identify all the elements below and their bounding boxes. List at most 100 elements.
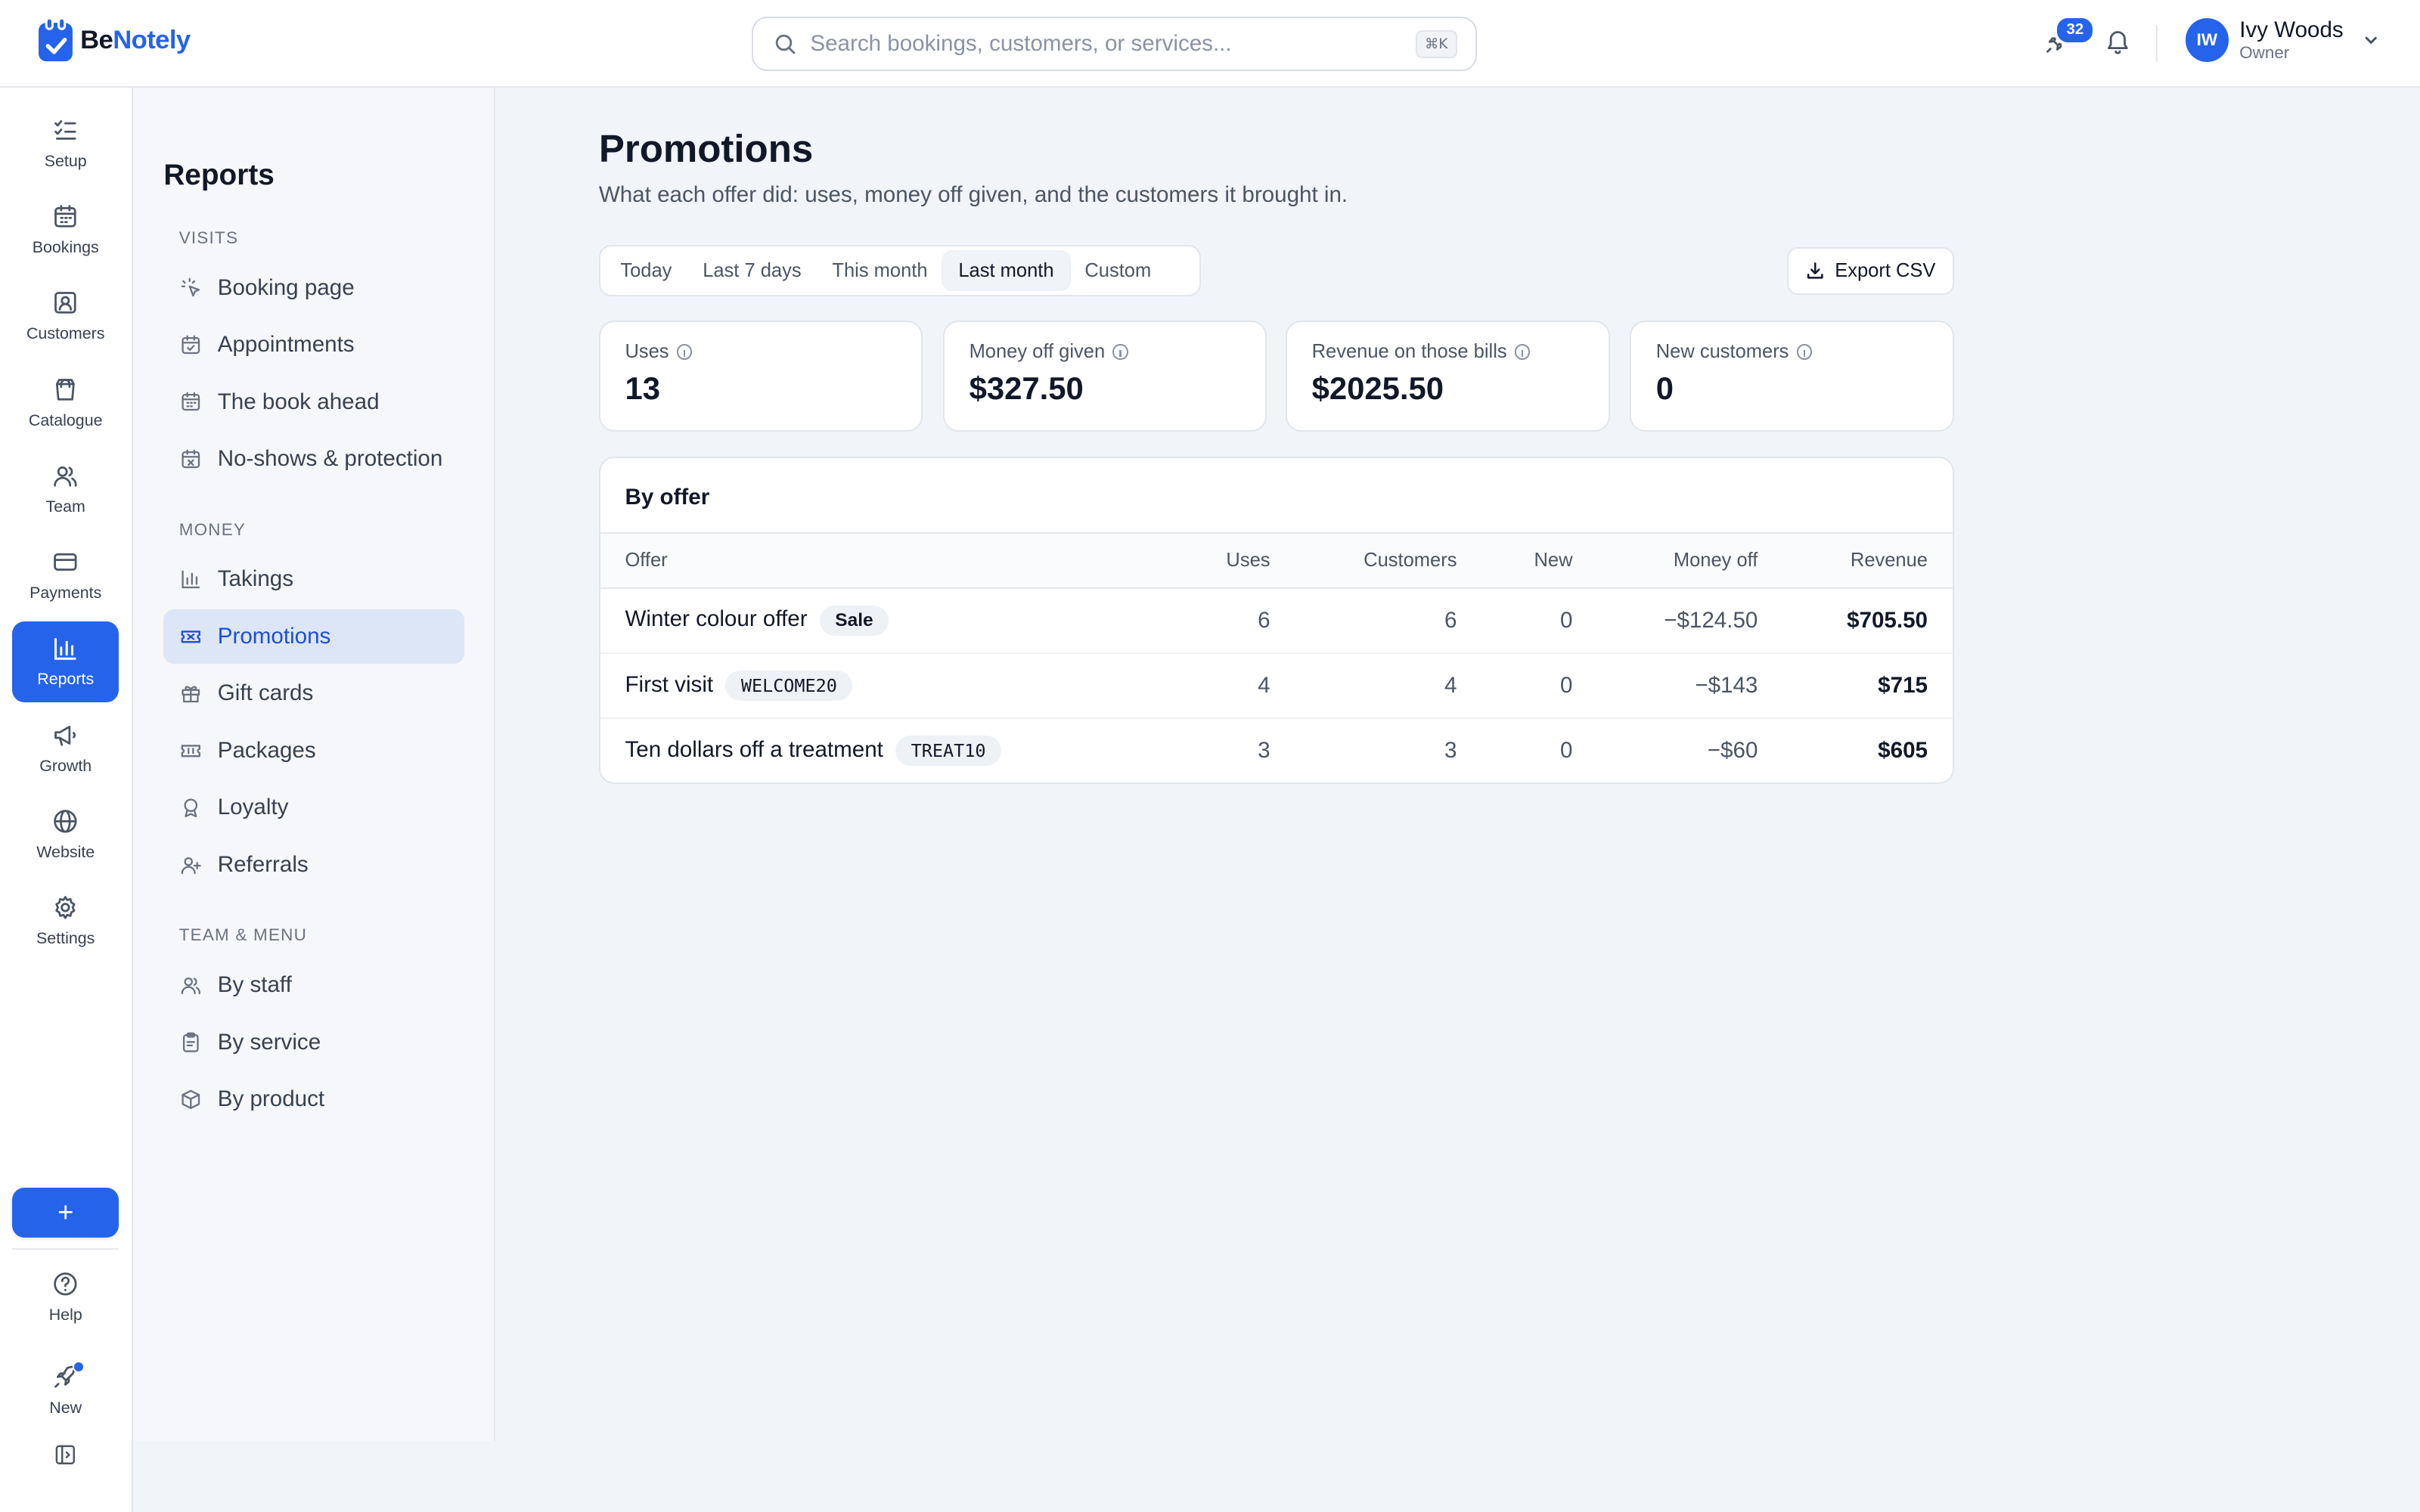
money-off-cell: −$143	[1597, 653, 1783, 719]
column-header-money-off: Money off	[1597, 532, 1783, 590]
package-box-icon	[182, 1089, 200, 1109]
sidebar-item-packages[interactable]: Packages	[163, 723, 464, 777]
rail-item-new[interactable]: New	[12, 1350, 119, 1430]
rail-item-settings[interactable]: Settings	[12, 881, 119, 961]
kpi-value: $327.50	[969, 370, 1084, 407]
kpi-label: New customers	[1655, 340, 1789, 362]
rail-item-growth[interactable]: Growth	[12, 708, 119, 789]
bar-chart-icon	[54, 637, 77, 660]
rail-item-help[interactable]: Help	[12, 1257, 119, 1337]
rail-item-label: Settings	[36, 929, 95, 948]
new-cell: 0	[1560, 738, 1573, 764]
sidebar-item-promotions[interactable]: Promotions	[163, 609, 465, 664]
info-icon[interactable]	[1514, 344, 1531, 360]
range-last-month[interactable]: Last month	[942, 252, 1069, 290]
search-icon	[776, 34, 796, 54]
megaphone-icon	[54, 725, 76, 746]
quick-add-button[interactable]: +	[12, 1188, 119, 1238]
sidebar-item-no-shows[interactable]: No-shows & protection	[163, 432, 464, 485]
notifications-button[interactable]	[2104, 28, 2132, 56]
range-today[interactable]: Today	[605, 252, 687, 289]
rail-item-catalogue[interactable]: Catalogue	[12, 363, 119, 443]
sidebar-item-label: Appointments	[217, 332, 355, 358]
customers-cell: 6	[1295, 588, 1482, 655]
rail-item-team[interactable]: Team	[12, 449, 119, 529]
column-header-uses: Uses	[1156, 532, 1295, 590]
sidebar-item-loyalty[interactable]: Loyalty	[163, 781, 464, 835]
info-icon[interactable]	[676, 344, 693, 360]
column-header-revenue: Revenue	[1782, 532, 1953, 590]
offer-tag: Sale	[819, 606, 889, 637]
rail-item-reports[interactable]: Reports	[12, 621, 119, 702]
sidebar-item-label: Takings	[217, 566, 294, 592]
globe-icon	[54, 810, 77, 833]
info-icon[interactable]	[1796, 344, 1813, 360]
uses-cell: 3	[1258, 738, 1270, 764]
sidebar-item-by-service[interactable]: By service	[163, 1015, 464, 1069]
sidebar-item-appointments[interactable]: Appointments	[163, 318, 464, 371]
kpi-value: $2025.50	[1311, 370, 1444, 407]
rail-item-label: Bookings	[32, 238, 99, 257]
rail-item-setup[interactable]: Setup	[12, 104, 119, 184]
collapse-sidebar-button[interactable]	[12, 1430, 119, 1479]
search-input[interactable]	[810, 31, 1416, 57]
range-custom[interactable]: Custom	[1069, 252, 1167, 289]
column-header-new: New	[1481, 532, 1598, 590]
rail-item-label: Catalogue	[28, 411, 103, 429]
offer-name: First visit	[625, 672, 714, 698]
kpi-label: Revenue on those bills	[1311, 340, 1507, 362]
offer-name: Winter colour offer	[625, 606, 808, 632]
search-box[interactable]: ⌘K	[751, 17, 1478, 71]
money-off-cell: −$60	[1707, 738, 1758, 764]
rail-item-label: Payments	[29, 584, 102, 603]
keyboard-shortcut-hint: ⌘K	[1415, 29, 1457, 58]
range-this-month[interactable]: This month	[817, 252, 943, 289]
sidebar-item-referrals[interactable]: Referrals	[163, 838, 464, 891]
info-icon[interactable]	[1112, 344, 1128, 360]
page-title: Promotions	[598, 127, 814, 171]
sidebar-item-gift-cards[interactable]: Gift cards	[163, 667, 464, 720]
rail-item-bookings[interactable]: Bookings	[12, 190, 119, 270]
rail-item-label: Website	[36, 843, 95, 861]
help-circle-icon	[54, 1272, 77, 1296]
rail-item-label: Help	[48, 1306, 82, 1325]
brand-logo[interactable]: BeNotely	[37, 17, 191, 63]
range-last-7-days[interactable]: Last 7 days	[687, 252, 817, 289]
credit-card-icon	[54, 553, 77, 572]
group-label-team-menu: TEAM & MENU	[178, 925, 308, 945]
header-divider	[2155, 24, 2158, 62]
rail-item-label: Setup	[44, 151, 87, 170]
users-icon	[181, 977, 200, 994]
sidebar-item-booking-page[interactable]: Booking page	[163, 261, 464, 314]
sidebar-item-by-product[interactable]: By product	[163, 1072, 464, 1126]
offer-name: Ten dollars off a treatment	[625, 737, 883, 763]
sidebar-item-book-ahead[interactable]: The book ahead	[163, 375, 464, 429]
revenue-cell: $605	[1878, 738, 1928, 764]
sidebar-item-by-staff[interactable]: By staff	[163, 958, 464, 1012]
table-row[interactable]: Winter colour offer Sale 6 6 0 −$124.50 $…	[600, 588, 1953, 655]
money-off-cell: −$124.50	[1597, 588, 1783, 655]
download-icon	[1807, 262, 1824, 279]
ticket-icon	[181, 744, 200, 757]
table-row[interactable]: First visit WELCOME20 4 4 0 −$143 $715	[600, 653, 1953, 719]
offer-cell: Ten dollars off a treatment TREAT10	[600, 718, 1156, 782]
notification-count-badge: 32	[2054, 15, 2096, 45]
customers-cell: 4	[1295, 653, 1482, 719]
uses-cell: 4	[1156, 653, 1295, 719]
sidebar-item-takings[interactable]: Takings	[163, 553, 464, 606]
rail-item-label: Growth	[39, 756, 92, 775]
rail-item-website[interactable]: Website	[12, 795, 119, 875]
brand-name: BeNotely	[80, 26, 191, 55]
rail-item-customers[interactable]: Customers	[12, 276, 119, 356]
sidebar-title: Reports	[163, 159, 275, 192]
kpi-label: Money off given	[969, 340, 1106, 362]
user-menu[interactable]: IW Ivy Woods Owner	[2185, 18, 2381, 62]
user-plus-icon	[181, 857, 201, 874]
table-row[interactable]: Ten dollars off a treatment TREAT10 3 3 0…	[600, 718, 1953, 782]
column-header-offer: Offer	[600, 532, 1156, 590]
calendar-check-icon	[182, 335, 200, 354]
rail-item-payments[interactable]: Payments	[12, 535, 119, 615]
group-label-money: MONEY	[178, 519, 247, 539]
table-header-row: Offer Uses Customers New Money off Reven…	[600, 532, 1953, 590]
export-csv-button[interactable]: Export CSV	[1787, 246, 1954, 295]
